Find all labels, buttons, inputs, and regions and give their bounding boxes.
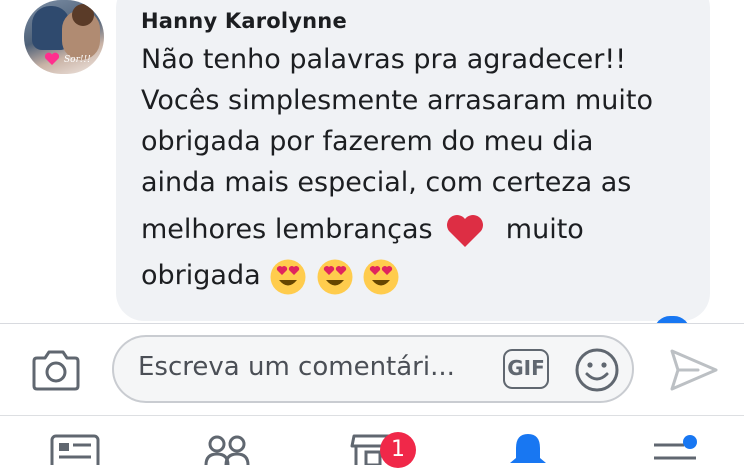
smiley-icon[interactable]	[574, 347, 620, 393]
comment-line: Não tenho palavras pra agradecer!!	[141, 44, 627, 75]
avatar-heart-icon	[44, 52, 60, 65]
avatar-figure-hair	[72, 4, 94, 26]
avatar-caption: Sor!!!	[64, 55, 91, 65]
marketplace-badge: 1	[380, 432, 416, 468]
camera-icon[interactable]	[30, 349, 82, 391]
heart-eyes-emoji-icon	[317, 259, 353, 294]
comment-line-text: muito	[505, 214, 584, 245]
comment-line: obrigada por fazerem do meu dia	[141, 126, 594, 157]
comment-line-with-heart: melhores lembranças muito	[141, 204, 701, 251]
comment-line-text: melhores lembranças	[141, 214, 433, 245]
avatar[interactable]: Sor!!!	[24, 0, 104, 74]
notifications-bell-icon[interactable]	[507, 432, 549, 465]
news-feed-icon[interactable]	[50, 432, 100, 465]
red-heart-icon	[447, 214, 484, 247]
comment-author[interactable]: Hanny Karolynne	[141, 9, 347, 33]
send-icon[interactable]	[668, 347, 720, 393]
comment-line-text: obrigada	[141, 260, 261, 291]
comment-line-with-emoji: obrigada	[141, 251, 701, 301]
friends-icon[interactable]	[204, 432, 250, 465]
heart-eyes-emoji-icon	[270, 259, 306, 294]
heart-eyes-emoji-icon	[363, 259, 399, 294]
comment-input-placeholder[interactable]: Escreva um comentári...	[138, 352, 488, 382]
comment-text: Não tenho palavras pra agradecer!! Vocês…	[141, 40, 701, 301]
gif-icon[interactable]: GIF	[503, 349, 549, 389]
menu-icon[interactable]	[652, 432, 698, 465]
comment-line: Vocês simplesmente arrasaram muito	[141, 85, 653, 116]
comment-line: ainda mais especial, com certeza as	[141, 167, 632, 198]
